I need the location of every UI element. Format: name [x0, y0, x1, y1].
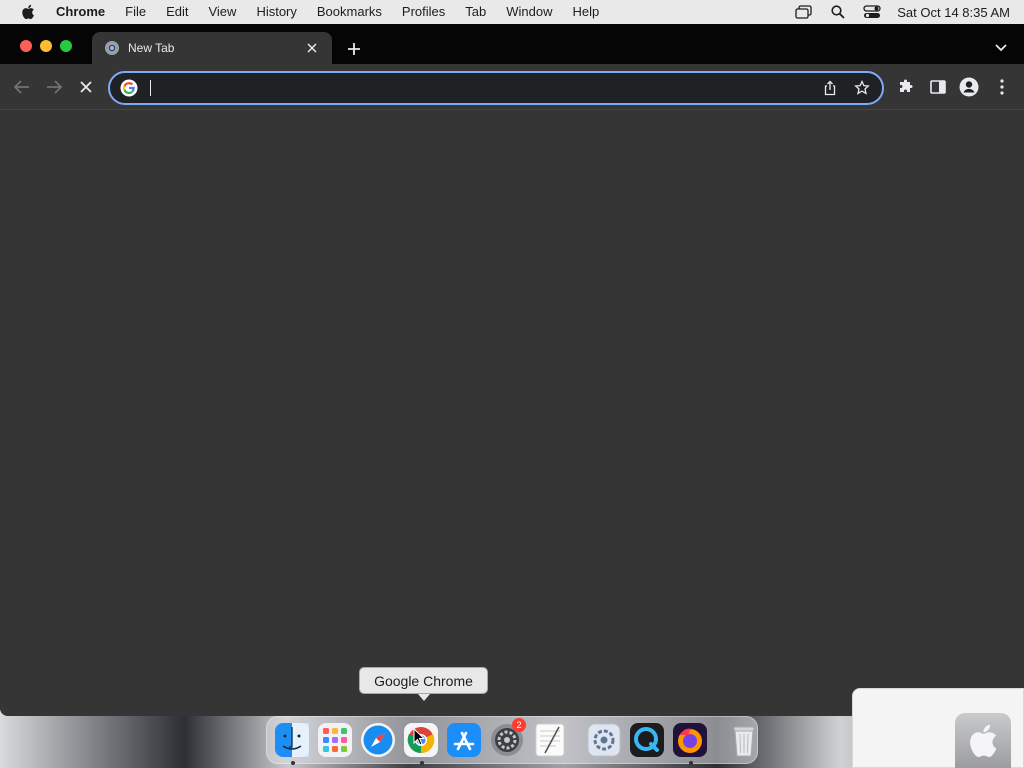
finder-icon [275, 723, 309, 757]
notification-badge: 2 [512, 717, 526, 732]
menu-file[interactable]: File [115, 0, 156, 24]
dock-item-safari[interactable] [359, 720, 397, 761]
menu-profiles[interactable]: Profiles [392, 0, 455, 24]
dock-item-app-store[interactable] [445, 720, 483, 761]
page-content-area[interactable] [0, 110, 1024, 716]
spotlight-search-icon[interactable] [829, 4, 847, 20]
more-menu-icon[interactable] [991, 76, 1013, 98]
dock-item-trash[interactable] [725, 720, 763, 761]
forward-button[interactable] [43, 76, 65, 98]
google-g-icon [120, 79, 138, 97]
browser-toolbar [0, 64, 1024, 110]
control-center-icon[interactable] [863, 4, 881, 20]
dock-item-system-preferences[interactable]: 2 [488, 717, 526, 761]
menu-help[interactable]: Help [563, 0, 610, 24]
tab-title: New Tab [128, 41, 175, 55]
minimize-window-button[interactable] [40, 40, 52, 52]
dock-tooltip: Google Chrome [359, 667, 488, 701]
running-indicator [291, 760, 295, 765]
mouse-pointer-icon [413, 728, 425, 746]
dock-item-firefox[interactable] [671, 720, 709, 765]
apple-menu-icon[interactable] [18, 0, 38, 24]
menu-history[interactable]: History [246, 0, 306, 24]
stop-x-icon [80, 81, 92, 93]
running-indicator [420, 760, 424, 765]
safari-icon [361, 723, 395, 757]
bookmark-star-icon[interactable] [852, 78, 872, 98]
floating-window-thumbnail[interactable] [852, 688, 1024, 768]
menu-window[interactable]: Window [496, 0, 562, 24]
dock-item-quicktime[interactable] [628, 720, 666, 761]
zoom-window-button[interactable] [60, 40, 72, 52]
menu-tab[interactable]: Tab [455, 0, 496, 24]
dock-item-directory-utility[interactable] [585, 720, 623, 761]
menu-bar: Chrome File Edit View History Bookmarks … [0, 0, 1024, 24]
omnibox[interactable] [108, 71, 884, 105]
menu-bookmarks[interactable]: Bookmarks [307, 0, 392, 24]
firefox-icon [673, 723, 707, 757]
share-icon[interactable] [820, 78, 840, 98]
tab-strip: New Tab [0, 24, 1024, 64]
tab-search-chevron-icon[interactable] [994, 40, 1010, 56]
dock-item-finder[interactable] [273, 720, 311, 765]
tab-new-tab[interactable]: New Tab [92, 32, 332, 64]
directory-utility-icon [587, 723, 621, 757]
dock: 2 [266, 716, 758, 765]
side-panel-icon[interactable] [927, 76, 949, 98]
app-store-icon [447, 723, 481, 757]
apple-logo-icon [955, 713, 1011, 768]
window-controls [20, 40, 72, 52]
close-tab-icon[interactable] [304, 40, 320, 56]
chrome-window: New Tab [0, 24, 1024, 716]
dock-item-launchpad[interactable] [316, 720, 354, 761]
launchpad-icon [318, 723, 352, 757]
back-button[interactable] [11, 76, 33, 98]
stop-loading-button[interactable] [75, 76, 97, 98]
close-window-button[interactable] [20, 40, 32, 52]
forward-arrow-icon [47, 80, 63, 94]
screen-mirroring-icon[interactable] [795, 4, 813, 20]
profile-avatar-icon[interactable] [958, 76, 980, 98]
address-input[interactable] [151, 80, 808, 96]
new-tab-button[interactable] [343, 38, 365, 60]
menu-view[interactable]: View [198, 0, 246, 24]
extensions-puzzle-icon[interactable] [895, 76, 917, 98]
running-indicator [689, 760, 693, 765]
back-arrow-icon [13, 80, 29, 94]
textedit-icon [535, 723, 565, 757]
chrome-icon [105, 41, 119, 55]
dock-item-textedit[interactable] [531, 720, 569, 761]
menu-app-name[interactable]: Chrome [52, 0, 115, 24]
trash-icon [733, 726, 755, 757]
quicktime-icon [630, 723, 664, 757]
menu-edit[interactable]: Edit [156, 0, 198, 24]
menubar-clock[interactable]: Sat Oct 14 8:35 AM [897, 5, 1010, 20]
